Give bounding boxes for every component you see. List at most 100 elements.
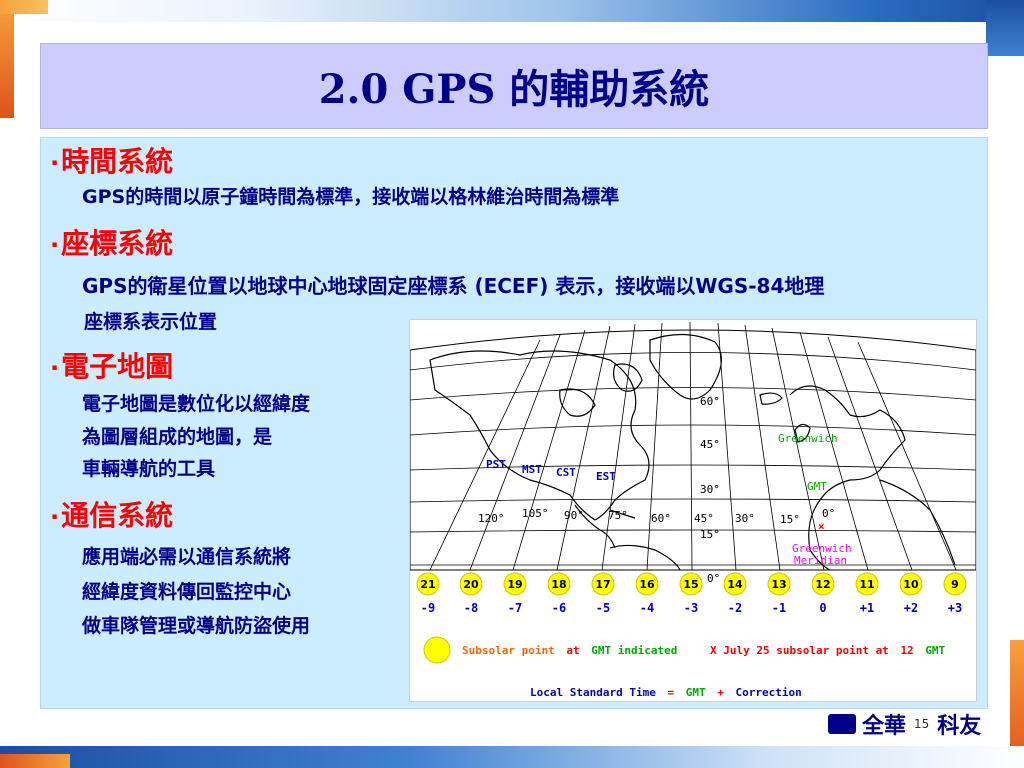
map-svg: 60° 45° 30° 15° 0° 120° 105° 90° 75° 60°… [410,321,976,699]
hour-circle-label: 17 [595,578,610,591]
section-heading-coordinates: ·座標系統 [50,222,173,262]
lon-label: 60° [651,512,671,525]
bullet-icon: · [50,354,60,382]
offset-label: -5 [596,601,610,615]
subsolar-x-icon: × [818,520,825,533]
lon-label: 75° [608,509,628,522]
section-text: 經緯度資料傳回監控中心 [82,581,292,603]
section-text: GPS的衛星位置以地球中心地球固定座標系 (ECEF) 表示，接收端以WGS-8… [82,274,825,298]
hour-circle: 12 [811,572,835,596]
lon-label: 120° [478,512,505,525]
lon-label: 45° [694,512,714,525]
lon-label: 90° [564,509,584,522]
hour-circles: 21 20 19 18 17 16 15 14 13 12 11 10 9 [416,572,967,596]
hour-circle: 14 [723,572,747,596]
logo-text-right: 科友 [937,714,982,739]
legend-subsolar: Subsolar point at GMT indicated [462,644,677,657]
zone-label-mst: MST [522,463,542,476]
legend-local-time: Local Standard Time = GMT + Correction [530,686,802,699]
offset-label: -9 [421,601,435,615]
hour-circle-label: 10 [903,578,919,591]
title-banner: 2.0 GPS 的輔助系統 [40,43,988,129]
orange-decor-left [0,0,14,118]
legend-part: at [566,644,579,657]
hour-circle: 18 [547,572,571,596]
lon-label: 105° [522,507,549,520]
slide-title: 2.0 GPS 的輔助系統 [318,66,710,113]
greenwich-label: Greenwich [778,432,838,445]
offset-label: 0 [819,601,826,615]
legend-part: = [667,686,674,699]
greenwich-meridian-label: Meridian [794,554,847,567]
hour-circle: 17 [591,572,615,596]
orange-decor-bottom-left [0,754,70,768]
legend-part: Correction [735,686,801,699]
lat-label: 15° [700,528,720,541]
page-number: 15 [914,717,930,731]
orange-decor-top [0,0,48,14]
section-heading-text: 時間系統 [61,145,174,178]
offset-label: -1 [772,601,786,615]
blue-decor-right [986,0,1024,56]
legend-part: GMT [925,644,945,657]
section-text: 車輛導航的工具 [82,458,216,480]
hour-circle: 21 [416,572,440,596]
hour-circle-label: 14 [727,578,743,591]
hour-circle: 16 [635,572,659,596]
lon-label: 30° [735,512,755,525]
hour-circle-label: 21 [420,578,435,591]
logo-mark-icon [828,714,856,734]
lat-label: 60° [700,395,720,408]
hour-circle-label: 15 [683,578,698,591]
offset-label: -2 [728,601,742,615]
subsolar-point-icon [423,636,451,664]
offset-label: +3 [948,601,962,615]
lat-label: 45° [700,438,720,451]
zone-offsets: -9 -8 -7 -6 -5 -4 -3 -2 -1 0 +1 +2 +3 [421,601,962,615]
section-text: 做車隊管理或導航防盜使用 [82,615,311,637]
section-text: 應用端必需以通信系統將 [82,546,292,568]
offset-label: -3 [684,601,698,615]
section-heading-time: ·時間系統 [50,140,173,180]
legend-part: X July 25 subsolar point at [710,644,889,657]
offset-label: -7 [508,601,522,615]
offset-label: -8 [464,601,478,615]
hour-circle: 9 [943,572,967,596]
globe-outline [410,329,976,571]
map-legend: Subsolar point at GMT indicated X July 2… [423,636,946,699]
hour-circle: 13 [767,572,791,596]
section-heading-communication: ·通信系統 [50,494,173,534]
hour-circle-label: 19 [507,578,522,591]
bullet-icon: · [50,503,60,531]
gmt-label: GMT [807,480,827,493]
hour-circle: 19 [503,572,527,596]
section-text: 為圖層組成的地圖，是 [82,426,273,448]
offset-label: +1 [860,601,874,615]
hour-circle: 11 [855,572,879,596]
zone-label-pst: PST [486,458,506,471]
hour-circle-label: 11 [859,578,874,591]
top-decor-bar [0,0,1024,22]
hour-circle-label: 12 [815,578,830,591]
zone-label-est: EST [596,470,616,483]
legend-part: + [717,686,724,699]
section-heading-text: 電子地圖 [61,350,174,383]
section-text: 電子地圖是數位化以經緯度 [82,393,311,415]
bottom-decor-bar [0,746,1024,768]
publisher-logo: 全華 15 科友 [828,708,981,740]
section-heading-text: 通信系統 [61,499,174,532]
legend-part: Subsolar point [462,644,555,657]
bullet-icon: · [50,231,60,259]
lat-label: 30° [700,483,720,496]
legend-part: GMT [686,686,706,699]
hour-circle-label: 20 [463,578,479,591]
legend-part: 12 [900,644,913,657]
hour-circle: 15 [679,572,703,596]
lat-label: 0° [707,572,720,585]
section-text: 座標系表示位置 [84,311,218,333]
hour-circle-label: 18 [551,578,566,591]
legend-part: Local Standard Time [530,686,656,699]
lon-label: 15° [780,513,800,526]
hour-circle: 10 [899,572,923,596]
logo-text-left: 全華 [862,714,907,739]
